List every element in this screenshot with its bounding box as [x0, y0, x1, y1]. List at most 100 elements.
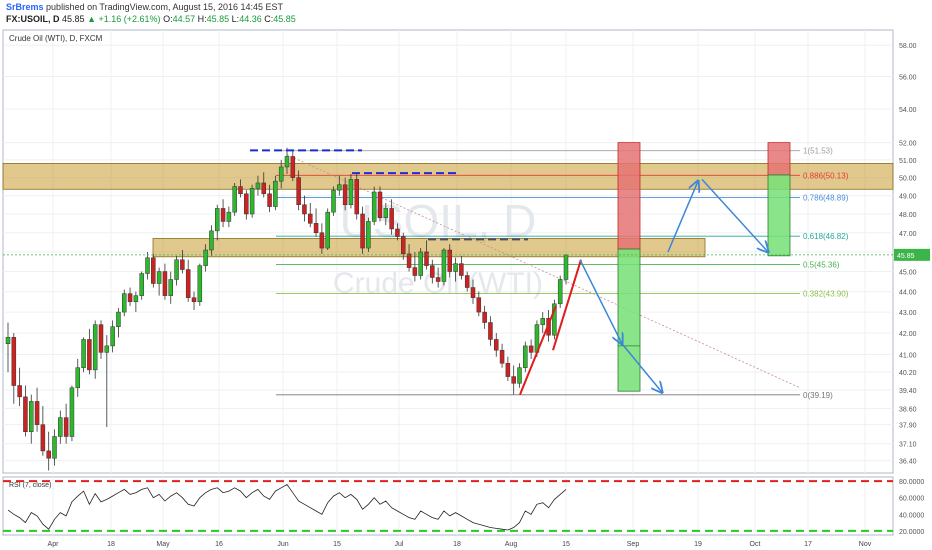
candle-body	[23, 396, 28, 432]
candle-body	[557, 279, 563, 305]
candle-body	[366, 221, 371, 249]
candle-body	[308, 213, 313, 224]
y-tick-label: 48.00	[899, 212, 917, 219]
x-tick-label: Jun	[277, 541, 288, 548]
candle-body	[453, 263, 458, 272]
candle-body	[127, 293, 133, 303]
x-tick-label: 16	[215, 541, 223, 548]
candle-body	[470, 287, 476, 298]
y-tick-label: 41.00	[899, 353, 917, 360]
x-tick-label: Apr	[48, 541, 60, 548]
candle-body	[104, 345, 110, 353]
candle	[92, 320, 98, 379]
candle	[354, 174, 359, 220]
candle-body	[424, 251, 429, 266]
y-tick-label: 40.20	[899, 370, 917, 377]
candle	[325, 208, 330, 251]
candle	[122, 289, 127, 317]
candle-body	[238, 186, 243, 195]
y-tick-label: 56.00	[899, 75, 917, 82]
candle-body	[63, 417, 69, 437]
fib-level-label: 0.786(48.89)	[803, 194, 849, 203]
candle-body	[81, 339, 86, 368]
fib-level-label: 0.382(43.90)	[803, 290, 849, 299]
candle-body	[52, 436, 57, 459]
chart-window: SrBrems published on TradingView.com, Au…	[0, 0, 932, 550]
y-tick-label: 43.00	[899, 310, 917, 317]
candle-body	[98, 324, 104, 353]
rsi-tick-label: 80.0000	[899, 479, 924, 486]
y-tick-label: 49.00	[899, 194, 917, 201]
rsi-pane-frame	[2, 476, 894, 536]
candle-body	[58, 417, 63, 437]
candle-body	[476, 297, 482, 313]
x-tick-label: Nov	[859, 541, 872, 548]
candle-body	[273, 180, 278, 207]
candle-body	[249, 188, 255, 215]
candle	[366, 217, 371, 252]
candle-body	[494, 339, 499, 351]
x-tick-label: Oct	[750, 541, 761, 548]
chart-title: Crude Oil (WTI), D, FXCM	[9, 34, 103, 43]
candle-body	[168, 279, 173, 296]
candle-body	[278, 166, 284, 182]
candle	[371, 186, 377, 226]
y-tick-label: 51.00	[899, 158, 917, 165]
fib-level-label: 0(39.19)	[803, 391, 833, 400]
candle	[81, 337, 86, 373]
fib-level-label: 0.5(45.36)	[803, 260, 840, 269]
candle	[273, 175, 278, 211]
candle-body	[197, 265, 203, 303]
candle	[557, 275, 563, 308]
candle-body	[348, 179, 354, 206]
candle-body	[116, 311, 121, 327]
y-tick-label: 50.00	[899, 176, 917, 183]
candle-body	[133, 295, 139, 303]
candle-body	[296, 177, 301, 206]
last-price-badge-label: 45.85	[897, 253, 915, 260]
candle-body	[511, 376, 516, 384]
chart-canvas[interactable]: 58.00 56.00 54.00 52.00 51.00 50.00 49.00 48.00…	[0, 0, 932, 550]
x-tick-label: May	[156, 541, 170, 548]
y-tick-label: 39.40	[899, 388, 917, 395]
candle-body	[319, 232, 325, 249]
candle	[331, 186, 336, 216]
candle-body	[331, 189, 336, 213]
y-tick-label: 52.00	[899, 141, 917, 148]
candle-body	[505, 363, 511, 377]
candle	[377, 186, 383, 222]
y-tick-label: 45.00	[899, 270, 917, 277]
candle-body	[17, 385, 22, 398]
x-tick-label: 15	[562, 541, 570, 548]
candle-body	[430, 265, 435, 278]
candle-body	[267, 193, 272, 207]
candle	[69, 385, 75, 442]
candle-body	[302, 204, 307, 215]
candle	[348, 174, 354, 209]
candle-body	[447, 249, 452, 272]
candle-body	[122, 293, 127, 313]
candle-body	[203, 249, 208, 266]
candle-body	[209, 230, 214, 251]
candle-body	[191, 297, 197, 303]
candle-body	[29, 401, 34, 432]
x-tick-label: Jul	[395, 541, 404, 548]
candle-body	[371, 191, 377, 222]
candle-body	[540, 318, 545, 325]
candle-body	[244, 193, 249, 215]
candle-body	[162, 271, 168, 296]
candle-body	[383, 208, 389, 218]
candle-body	[34, 401, 40, 425]
candle	[441, 248, 447, 286]
candle-body	[87, 339, 92, 371]
candle-body	[523, 345, 528, 368]
candle-body	[232, 186, 237, 213]
candle-body	[499, 349, 505, 364]
stop-loss-box	[617, 142, 641, 250]
y-tick-label: 47.00	[899, 231, 917, 238]
fib-level-label: 1(51.53)	[803, 147, 833, 156]
candle-body	[255, 182, 261, 189]
candle-body	[377, 191, 383, 218]
candle-body	[46, 450, 51, 459]
candle	[151, 253, 156, 288]
